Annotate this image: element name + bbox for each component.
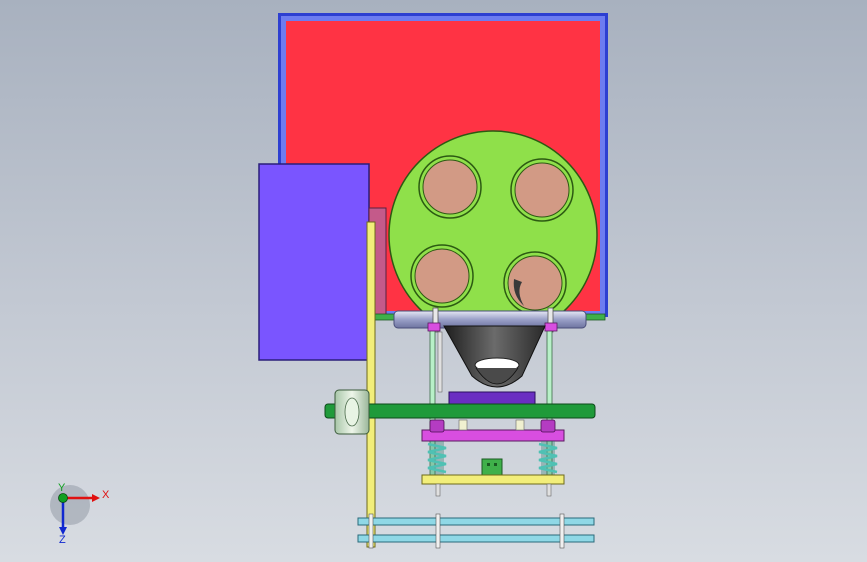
side-support-plate: [366, 221, 376, 548]
spring-left: [427, 441, 447, 475]
disc-hole-bottom-left: [410, 244, 474, 308]
lower-rails[interactable]: [357, 513, 595, 549]
triad-shadow: [50, 485, 90, 525]
disc-hole-top-right: [510, 158, 574, 222]
coordinate-triad: X Y Z: [50, 482, 110, 546]
base-plate: [421, 474, 565, 485]
spring-right: [538, 441, 558, 475]
cad-viewport[interactable]: X Y Z: [0, 0, 867, 562]
y-axis-dot: [58, 493, 68, 503]
disc-hole-bottom-right: [503, 251, 567, 315]
base-post-right: [546, 483, 552, 497]
discharge-funnel[interactable]: [443, 325, 546, 388]
rotary-disc[interactable]: [388, 130, 598, 340]
x-axis-label: X: [102, 489, 110, 501]
center-bracket: [481, 458, 503, 476]
disc-hole-top-left: [418, 155, 482, 219]
base-post-left: [435, 483, 441, 497]
z-axis-label: Z: [59, 534, 66, 546]
disc-body: [388, 130, 598, 340]
motor-box: [258, 163, 370, 361]
spring-mount-plate[interactable]: [421, 419, 565, 442]
y-axis-label: Y: [58, 482, 66, 494]
x-arrow-head: [92, 494, 100, 502]
